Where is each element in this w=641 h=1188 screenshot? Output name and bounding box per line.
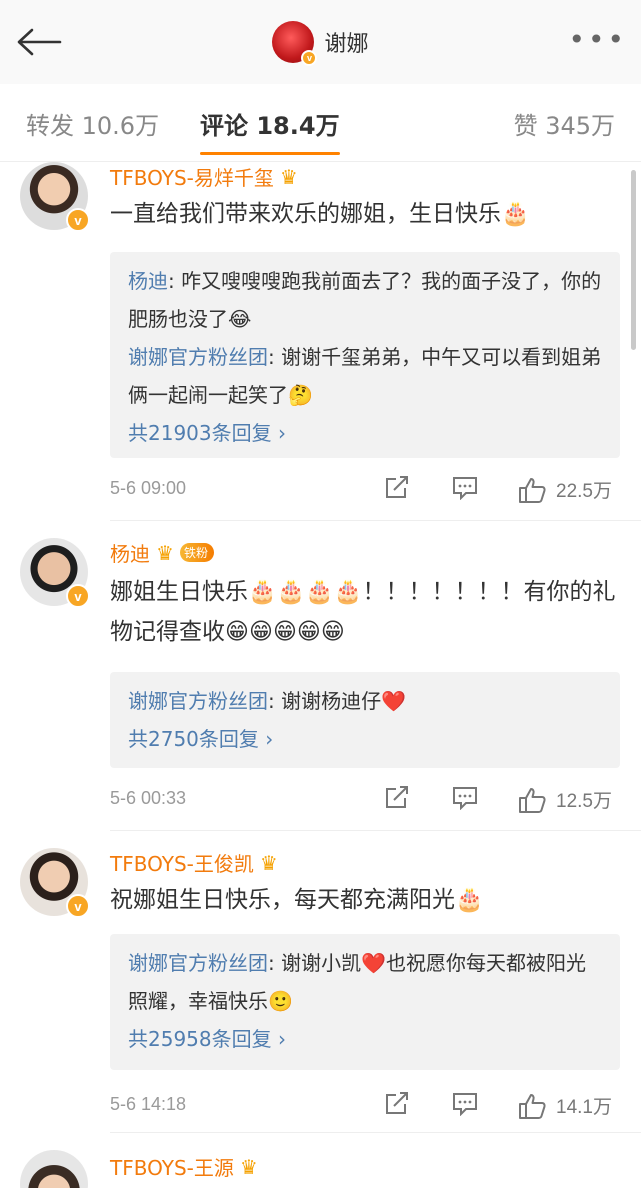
commenter-name[interactable]: TFBOYS-王俊凯 ♛ (110, 848, 278, 877)
tab-bar: 转发 10.6万 评论 18.4万 赞 345万 (0, 84, 641, 162)
comment-item: TFBOYS-王源 ♛ (0, 1150, 641, 1188)
commenter-name[interactable]: 杨迪 ♛ 铁粉 (110, 538, 214, 567)
thumbs-up-icon (519, 477, 546, 503)
thumbs-up-icon (519, 787, 546, 813)
comment-meta: 5-6 00:33 12.5万 (110, 786, 620, 816)
like-button[interactable]: 12.5万 (518, 786, 612, 813)
reply-item: 杨迪: 咋又嗖嗖嗖跑我前面去了？我的面子没了，你的肥肠也没了😂 (128, 269, 602, 331)
like-count: 22.5万 (556, 481, 612, 502)
verified-icon: v (66, 894, 90, 918)
reply-box[interactable]: 杨迪: 咋又嗖嗖嗖跑我前面去了？我的面子没了，你的肥肠也没了😂 谢娜官方粉丝团:… (110, 252, 620, 458)
verified-icon: v (301, 50, 318, 66)
avatar[interactable]: v (20, 538, 90, 608)
comment-meta: 5-6 14:18 14.1万 (110, 1092, 620, 1122)
comment-time: 5-6 14:18 (110, 1094, 187, 1114)
thumbs-up-icon (519, 1093, 546, 1119)
repost-icon[interactable] (384, 1092, 410, 1116)
top-bar: v 谢娜 ••• (0, 0, 641, 84)
comment-item: v TFBOYS-易烊千玺 ♛ 一直给我们带来欢乐的娜姐，生日快乐🎂 杨迪: 咋… (0, 162, 641, 522)
verified-icon: v (66, 208, 90, 232)
repost-icon[interactable] (384, 476, 410, 500)
more-options-icon[interactable]: ••• (568, 26, 627, 54)
comment-text: 一直给我们带来欢乐的娜姐，生日快乐🎂 (110, 201, 530, 227)
divider (110, 830, 641, 831)
verified-icon: v (66, 584, 90, 608)
fan-badge: 铁粉 (179, 543, 214, 562)
comment-time: 5-6 09:00 (110, 478, 187, 498)
page-title: 谢娜 (324, 32, 369, 57)
reply-author[interactable]: 谢娜官方粉丝团 (128, 345, 268, 369)
like-button[interactable]: 14.1万 (518, 1092, 612, 1119)
crown-icon: ♛ (156, 540, 174, 565)
reply-item: 谢娜官方粉丝团: 谢谢千玺弟弟，中午又可以看到姐弟俩一起闹一起笑了🤔 (128, 345, 602, 407)
commenter-name[interactable]: TFBOYS-王源 ♛ (110, 1152, 258, 1181)
more-replies-link[interactable]: 共2750条回复 › (128, 720, 602, 758)
avatar[interactable]: v (20, 162, 90, 232)
like-button[interactable]: 22.5万 (518, 476, 612, 503)
comment-text: 娜姐生日快乐🎂🎂🎂🎂！！！！！！！有你的礼物记得查收😁😁😁😁😁 (110, 579, 616, 645)
reply-author[interactable]: 谢娜官方粉丝团 (128, 951, 268, 975)
comment-icon[interactable] (452, 1092, 478, 1116)
crown-icon: ♛ (279, 164, 298, 189)
comment-text: 祝娜姐生日快乐，每天都充满阳光🎂 (110, 887, 484, 913)
comment-item: v 杨迪 ♛ 铁粉 娜姐生日快乐🎂🎂🎂🎂！！！！！！！有你的礼物记得查收😁😁😁😁… (0, 538, 641, 838)
title-group[interactable]: v 谢娜 (0, 21, 641, 66)
avatar[interactable] (20, 1150, 88, 1188)
like-count: 12.5万 (556, 791, 612, 812)
comment-item: v TFBOYS-王俊凯 ♛ 祝娜姐生日快乐，每天都充满阳光🎂 谢娜官方粉丝团:… (0, 848, 641, 1138)
tab-reposts[interactable]: 转发 10.6万 (26, 106, 159, 141)
divider (110, 1132, 641, 1133)
reply-item: 谢娜官方粉丝团: 谢谢杨迪仔❤️ (128, 689, 406, 713)
reply-author[interactable]: 谢娜官方粉丝团 (128, 689, 268, 713)
reply-box[interactable]: 谢娜官方粉丝团: 谢谢杨迪仔❤️ 共2750条回复 › (110, 672, 620, 768)
divider (110, 520, 641, 521)
like-count: 14.1万 (556, 1097, 612, 1118)
reply-item: 谢娜官方粉丝团: 谢谢小凯❤️也祝愿你每天都被阳光照耀，幸福快乐🙂 (128, 951, 586, 1013)
reply-box[interactable]: 谢娜官方粉丝团: 谢谢小凯❤️也祝愿你每天都被阳光照耀，幸福快乐🙂 共25958… (110, 934, 620, 1070)
tab-comments[interactable]: 评论 18.4万 (200, 106, 340, 155)
commenter-name[interactable]: TFBOYS-易烊千玺 ♛ (110, 162, 298, 191)
more-replies-link[interactable]: 共21903条回复 › (128, 414, 602, 452)
crown-icon: ♛ (259, 850, 278, 875)
reply-author[interactable]: 杨迪 (128, 269, 168, 293)
title-avatar[interactable]: v (272, 21, 318, 66)
comment-time: 5-6 00:33 (110, 788, 187, 808)
more-replies-link[interactable]: 共25958条回复 › (128, 1020, 602, 1058)
avatar[interactable]: v (20, 848, 90, 918)
tab-likes[interactable]: 赞 345万 (514, 106, 615, 141)
comment-icon[interactable] (452, 786, 478, 810)
repost-icon[interactable] (384, 786, 410, 810)
crown-icon: ♛ (239, 1154, 258, 1179)
comment-icon[interactable] (452, 476, 478, 500)
comment-meta: 5-6 09:00 22.5万 (110, 476, 620, 506)
